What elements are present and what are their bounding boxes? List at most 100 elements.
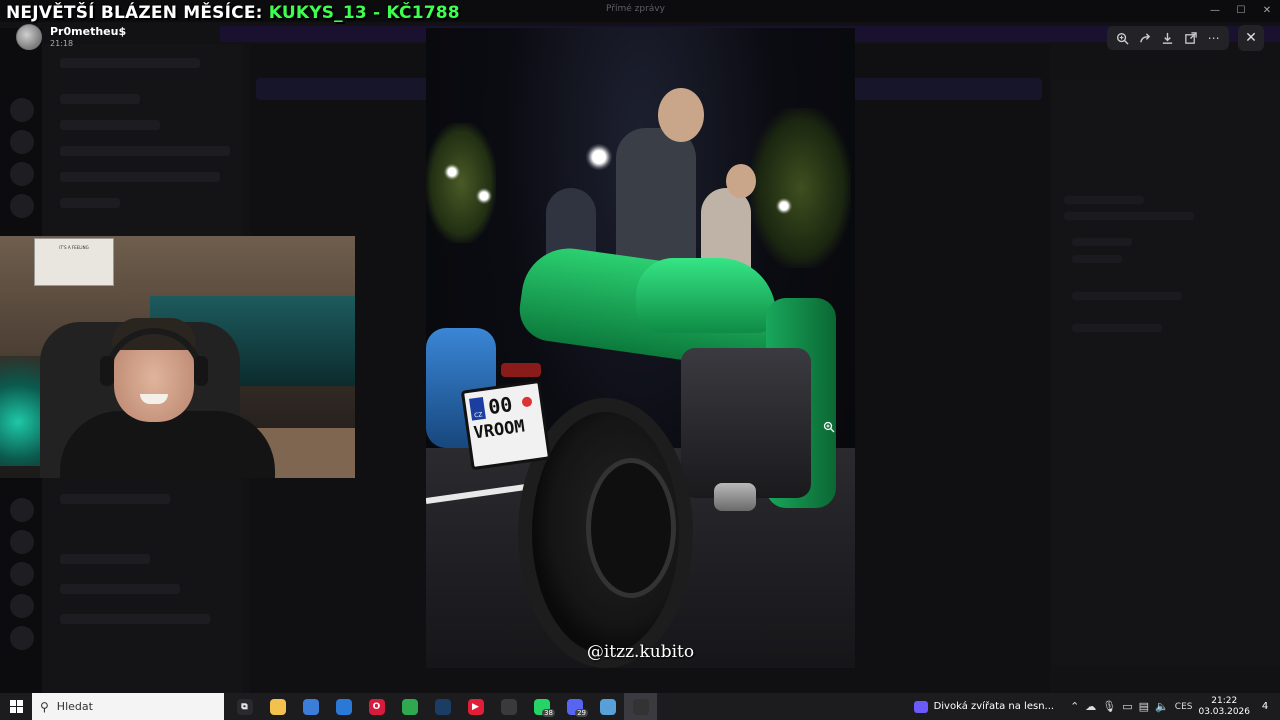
- window-close-icon[interactable]: ✕: [1254, 0, 1280, 20]
- file-explorer-icon[interactable]: [261, 693, 294, 720]
- zoom-in-icon[interactable]: [1113, 29, 1131, 47]
- store-icon-glyph: [302, 698, 319, 715]
- chrome-icon-glyph: [401, 698, 418, 715]
- street-light: [444, 164, 460, 180]
- unread-badge: 29: [575, 709, 588, 717]
- task-view-icon-glyph: ⧉: [236, 698, 253, 715]
- server-icon[interactable]: [10, 562, 34, 586]
- clock-time: 21:22: [1211, 696, 1238, 707]
- list-item[interactable]: [60, 584, 180, 594]
- download-icon[interactable]: [1159, 29, 1177, 47]
- list-item[interactable]: [60, 58, 200, 68]
- task-view-icon[interactable]: ⧉: [228, 693, 261, 720]
- list-item[interactable]: [60, 94, 140, 104]
- forward-icon[interactable]: [1136, 29, 1154, 47]
- author-meta: Pr0metheu$ 21:18: [50, 25, 126, 48]
- steam-icon-glyph: [434, 698, 451, 715]
- microphone-icon[interactable]: 🎙: [1102, 700, 1116, 713]
- notification-count: 4: [1261, 701, 1269, 712]
- language-indicator[interactable]: CES: [1175, 702, 1193, 712]
- viewer-author[interactable]: Pr0metheu$ 21:18: [16, 24, 126, 50]
- server-icon[interactable]: [10, 498, 34, 522]
- mail-icon[interactable]: [327, 693, 360, 720]
- close-viewer-button[interactable]: ✕: [1238, 25, 1264, 51]
- server-icon[interactable]: [10, 162, 34, 186]
- webcam-feed: IT'S A FEELING: [0, 236, 355, 478]
- steam-icon[interactable]: [426, 693, 459, 720]
- motorbike-tank: [636, 258, 776, 333]
- taskbar-search[interactable]: ⚲ Hledat: [32, 693, 224, 720]
- volume-icon[interactable]: 🔈: [1155, 700, 1169, 713]
- server-icon[interactable]: [10, 194, 34, 218]
- minimize-icon[interactable]: —: [1202, 0, 1228, 20]
- discord-icon[interactable]: 29: [558, 693, 591, 720]
- mail-icon-glyph: [335, 698, 352, 715]
- license-plate: CZ 00 VROOM: [460, 379, 552, 471]
- windows-icon: [9, 700, 23, 713]
- whatsapp-icon[interactable]: 38: [525, 693, 558, 720]
- profile-line: [1072, 255, 1122, 263]
- search-icon: ⚲: [40, 699, 49, 714]
- more-icon[interactable]: ⋯: [1205, 29, 1223, 47]
- plate-line-1: 00: [486, 392, 514, 420]
- search-input[interactable]: Hledat: [57, 700, 93, 713]
- open-external-icon[interactable]: [1182, 29, 1200, 47]
- window-controls: — ☐ ✕: [1202, 0, 1280, 20]
- author-name[interactable]: Pr0metheu$: [50, 25, 126, 39]
- unread-badge: 38: [542, 709, 555, 717]
- list-item[interactable]: [60, 554, 150, 564]
- streaming-app-icon-glyph: [632, 698, 649, 715]
- zoom-cursor-icon: [823, 421, 835, 433]
- obs-icon[interactable]: [492, 693, 525, 720]
- avatar[interactable]: [16, 24, 42, 50]
- media-image[interactable]: CZ 00 VROOM @itzz.kubito: [426, 28, 855, 668]
- profile-panel: [1052, 80, 1280, 665]
- start-button[interactable]: [0, 693, 32, 720]
- server-icon[interactable]: [10, 98, 34, 122]
- opera-icon[interactable]: O: [360, 693, 393, 720]
- clock[interactable]: 21:22 03.03.2026: [1198, 696, 1250, 717]
- screen: Přímé zprávy — ☐ ✕ NEJVĚTŠÍ BLÁZEN MĚSÍC…: [0, 0, 1280, 720]
- server-icon[interactable]: [10, 130, 34, 154]
- headset-ear: [194, 356, 208, 386]
- viewer-toolbar: ⋯: [1107, 26, 1229, 50]
- monitor-icon[interactable]: ▭: [1122, 700, 1132, 713]
- chevron-up-icon[interactable]: ⌃: [1070, 700, 1079, 713]
- list-item[interactable]: [60, 494, 170, 504]
- youtube-icon[interactable]: ▶: [459, 693, 492, 720]
- chrome-icon[interactable]: [393, 693, 426, 720]
- list-item[interactable]: [60, 198, 120, 208]
- cloud-icon[interactable]: ☁: [1085, 700, 1096, 713]
- store-icon[interactable]: [294, 693, 327, 720]
- server-icon[interactable]: [10, 530, 34, 554]
- list-item[interactable]: [60, 614, 210, 624]
- app-icon[interactable]: [591, 693, 624, 720]
- window-title: Přímé zprávy: [606, 4, 665, 14]
- overlay-title-highlight: KUKYS_13 - KČ1788: [268, 3, 460, 23]
- server-icon[interactable]: [10, 594, 34, 618]
- streaming-app-icon[interactable]: [624, 693, 657, 720]
- profile-line: [1072, 292, 1182, 300]
- notification-icon[interactable]: 4: [1256, 698, 1274, 716]
- person-head: [726, 164, 756, 198]
- network-icon[interactable]: ▤: [1139, 700, 1149, 713]
- plate-country: CZ: [469, 396, 486, 421]
- street-light: [476, 188, 492, 204]
- news-text: Divoká zvířata na lesn...: [933, 701, 1055, 712]
- tree: [426, 123, 496, 243]
- list-item[interactable]: [60, 120, 160, 130]
- server-icon[interactable]: [10, 626, 34, 650]
- profile-line: [1064, 212, 1194, 220]
- list-item[interactable]: [60, 146, 230, 156]
- motorbike-exhaust: [714, 483, 756, 511]
- profile-line: [1072, 238, 1132, 246]
- person-head: [658, 88, 704, 142]
- news-widget[interactable]: Divoká zvířata na lesn...: [913, 700, 1055, 713]
- poster-text: IT'S A FEELING: [59, 245, 89, 250]
- stream-overlay-title: NEJVĚTŠÍ BLÁZEN MĚSÍCE: KUKYS_13 - KČ178…: [6, 3, 460, 23]
- tree: [751, 108, 851, 268]
- maximize-icon[interactable]: ☐: [1228, 0, 1254, 20]
- taskbar-apps: ⧉ O ▶ 38 29: [228, 693, 657, 720]
- overlay-title-prefix: NEJVĚTŠÍ BLÁZEN MĚSÍCE:: [6, 3, 269, 23]
- list-item[interactable]: [60, 172, 220, 182]
